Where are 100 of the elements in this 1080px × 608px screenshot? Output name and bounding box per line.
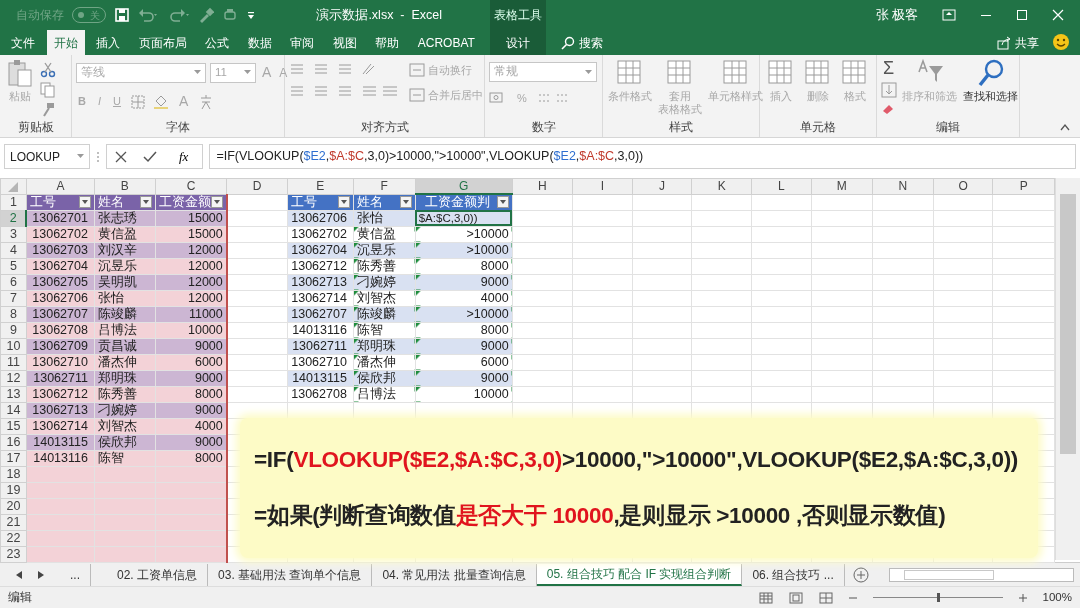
horizontal-scrollbar[interactable] <box>888 567 1074 582</box>
ribbon-tab[interactable]: 帮助 <box>368 30 407 55</box>
sheet-tab[interactable]: 03. 基础用法 查询单个信息 <box>208 563 373 586</box>
filter-button[interactable] <box>139 196 152 208</box>
column-header[interactable]: M <box>811 178 873 194</box>
ribbon-tab[interactable]: 公式 <box>198 30 237 55</box>
filter-button[interactable] <box>496 196 509 209</box>
formula-text: =IF(VLOOKUP($E2,$A:$C,3,0)>10000,">10000",VLOOKUP($E2,$A:$C,3,0)) <box>254 446 1020 475</box>
column-header[interactable]: F <box>353 178 416 194</box>
borders-icon[interactable] <box>130 94 145 109</box>
printer-icon[interactable] <box>222 7 238 23</box>
page-break-icon[interactable] <box>818 591 833 604</box>
close-icon[interactable] <box>1052 9 1064 21</box>
column-header[interactable]: A <box>26 178 95 194</box>
group-label: 数字 <box>530 120 557 135</box>
ribbon-tab[interactable]: 视图 <box>325 30 364 55</box>
maximize-icon[interactable] <box>1016 9 1028 21</box>
add-sheet-icon[interactable] <box>852 566 869 583</box>
dropdown-caret-icon <box>194 70 201 75</box>
status-mode: 编辑 <box>8 589 32 605</box>
user-name: 张 极客 <box>875 6 918 24</box>
fill-down-icon[interactable] <box>881 82 897 98</box>
ribbon-tab[interactable]: 插入 <box>89 30 128 55</box>
clipboard-icon <box>5 58 35 88</box>
sheet-tab[interactable]: 06. 组合技巧 ... <box>742 563 845 586</box>
ribbon-tab[interactable]: 开始 <box>46 30 85 55</box>
column-header[interactable]: L <box>751 178 812 194</box>
sheet-tab[interactable]: 02. 工资单信息 <box>107 563 209 586</box>
column-title: 工资金额判 <box>424 195 492 209</box>
group-label: 单元格 <box>799 120 837 135</box>
enter-icon[interactable] <box>143 150 157 163</box>
column-header[interactable]: K <box>691 178 752 194</box>
customize-caret-icon[interactable] <box>246 9 256 21</box>
share-icon <box>997 35 1011 50</box>
dropdown-caret-icon <box>340 200 347 204</box>
format-painter-icon[interactable] <box>40 102 56 118</box>
ribbon-tab[interactable]: 页面布局 <box>131 30 194 55</box>
column-header[interactable]: G <box>415 178 513 194</box>
ribbon-tab[interactable]: 数据 <box>240 30 279 55</box>
column-header[interactable]: N <box>872 178 934 194</box>
ribbon-tab[interactable]: ACROBAT <box>410 30 482 55</box>
column-title: 姓名 <box>97 195 124 209</box>
collapse-ribbon-icon[interactable] <box>1060 123 1070 131</box>
zoom-slider[interactable] <box>872 592 1003 603</box>
filter-button[interactable] <box>399 196 412 208</box>
dropdown-caret-icon <box>402 200 409 204</box>
filter-button[interactable] <box>210 196 223 208</box>
autosum-button[interactable]: Σ <box>881 58 897 78</box>
insert-function-button[interactable]: fx <box>173 146 195 167</box>
formula-field[interactable]: =IF(VLOOKUP($E2,$A:$C,3,0)>10000,">10000",VLOOKUP($E2,$A:$C,3,0)) <box>209 144 1076 169</box>
normal-view-icon[interactable] <box>758 591 773 604</box>
more-sheets-button[interactable]: ... <box>60 563 91 586</box>
group-label: 样式 <box>668 120 694 135</box>
ribbon-button[interactable]: 查找和选择 <box>962 58 1019 119</box>
column-header[interactable]: P <box>992 178 1055 194</box>
filter-button[interactable] <box>78 196 91 208</box>
ribbon-tab[interactable]: 审阅 <box>283 30 322 55</box>
ribbon-tab[interactable]: 设计 <box>490 30 546 55</box>
dropdown-caret-icon <box>213 200 220 204</box>
column-header[interactable]: C <box>155 178 227 194</box>
autosave-label: 自动保存 <box>16 7 64 24</box>
search-button[interactable]: 搜索 <box>554 30 610 55</box>
column-title: 姓名 <box>356 195 383 209</box>
explanation-text: =如果(判断查询数值是否大于 10000,是则显示 >10000 ,否则显示数值) <box>254 502 947 530</box>
page-layout-icon[interactable] <box>788 591 803 604</box>
dropdown-caret-icon <box>77 154 84 159</box>
cancel-icon[interactable] <box>115 150 127 163</box>
column-header[interactable]: H <box>512 178 573 194</box>
table-cell[interactable]: $A:$C,3,0)) <box>415 210 513 226</box>
scissors-icon[interactable] <box>40 62 56 78</box>
copy-icon[interactable] <box>40 82 56 98</box>
column-header[interactable]: E <box>287 178 354 194</box>
paintbrush-icon[interactable] <box>198 7 214 23</box>
share-button[interactable]: 共享 <box>990 30 1046 55</box>
ribbon-display-icon[interactable] <box>942 9 956 21</box>
vertical-scrollbar[interactable] <box>1055 178 1080 560</box>
merge-cells-icon <box>409 87 425 102</box>
save-icon[interactable] <box>114 7 130 23</box>
column-header[interactable]: D <box>226 178 288 194</box>
undo-icon[interactable] <box>138 7 160 23</box>
column-header[interactable]: O <box>933 178 993 194</box>
group-label: 字体 <box>165 120 191 135</box>
redo-icon[interactable] <box>168 7 190 23</box>
group-label: 编辑 <box>935 120 961 135</box>
context-group-label: 表格工具 <box>490 0 546 30</box>
column-header[interactable]: I <box>572 178 633 194</box>
sheet-tab[interactable]: 05. 组合技巧 配合 IF 实现组合判断 <box>536 563 743 586</box>
fill-bucket-icon[interactable] <box>152 94 169 109</box>
next-sheet-icon[interactable] <box>38 570 44 579</box>
sheet-tab[interactable]: 04. 常见用法 批量查询信息 <box>372 563 537 586</box>
search-icon <box>561 35 575 50</box>
filter-button[interactable] <box>337 196 350 208</box>
zoom-in-icon[interactable] <box>1018 593 1027 602</box>
name-box[interactable]: LOOKUP <box>4 144 90 169</box>
column-header[interactable]: B <box>94 178 156 194</box>
ribbon-tab[interactable]: 文件 <box>4 30 42 55</box>
previous-sheet-icon[interactable] <box>16 570 22 579</box>
column-header[interactable]: J <box>632 178 692 194</box>
column-title: 工号 <box>290 195 317 209</box>
smiley-icon[interactable] <box>1052 33 1070 51</box>
